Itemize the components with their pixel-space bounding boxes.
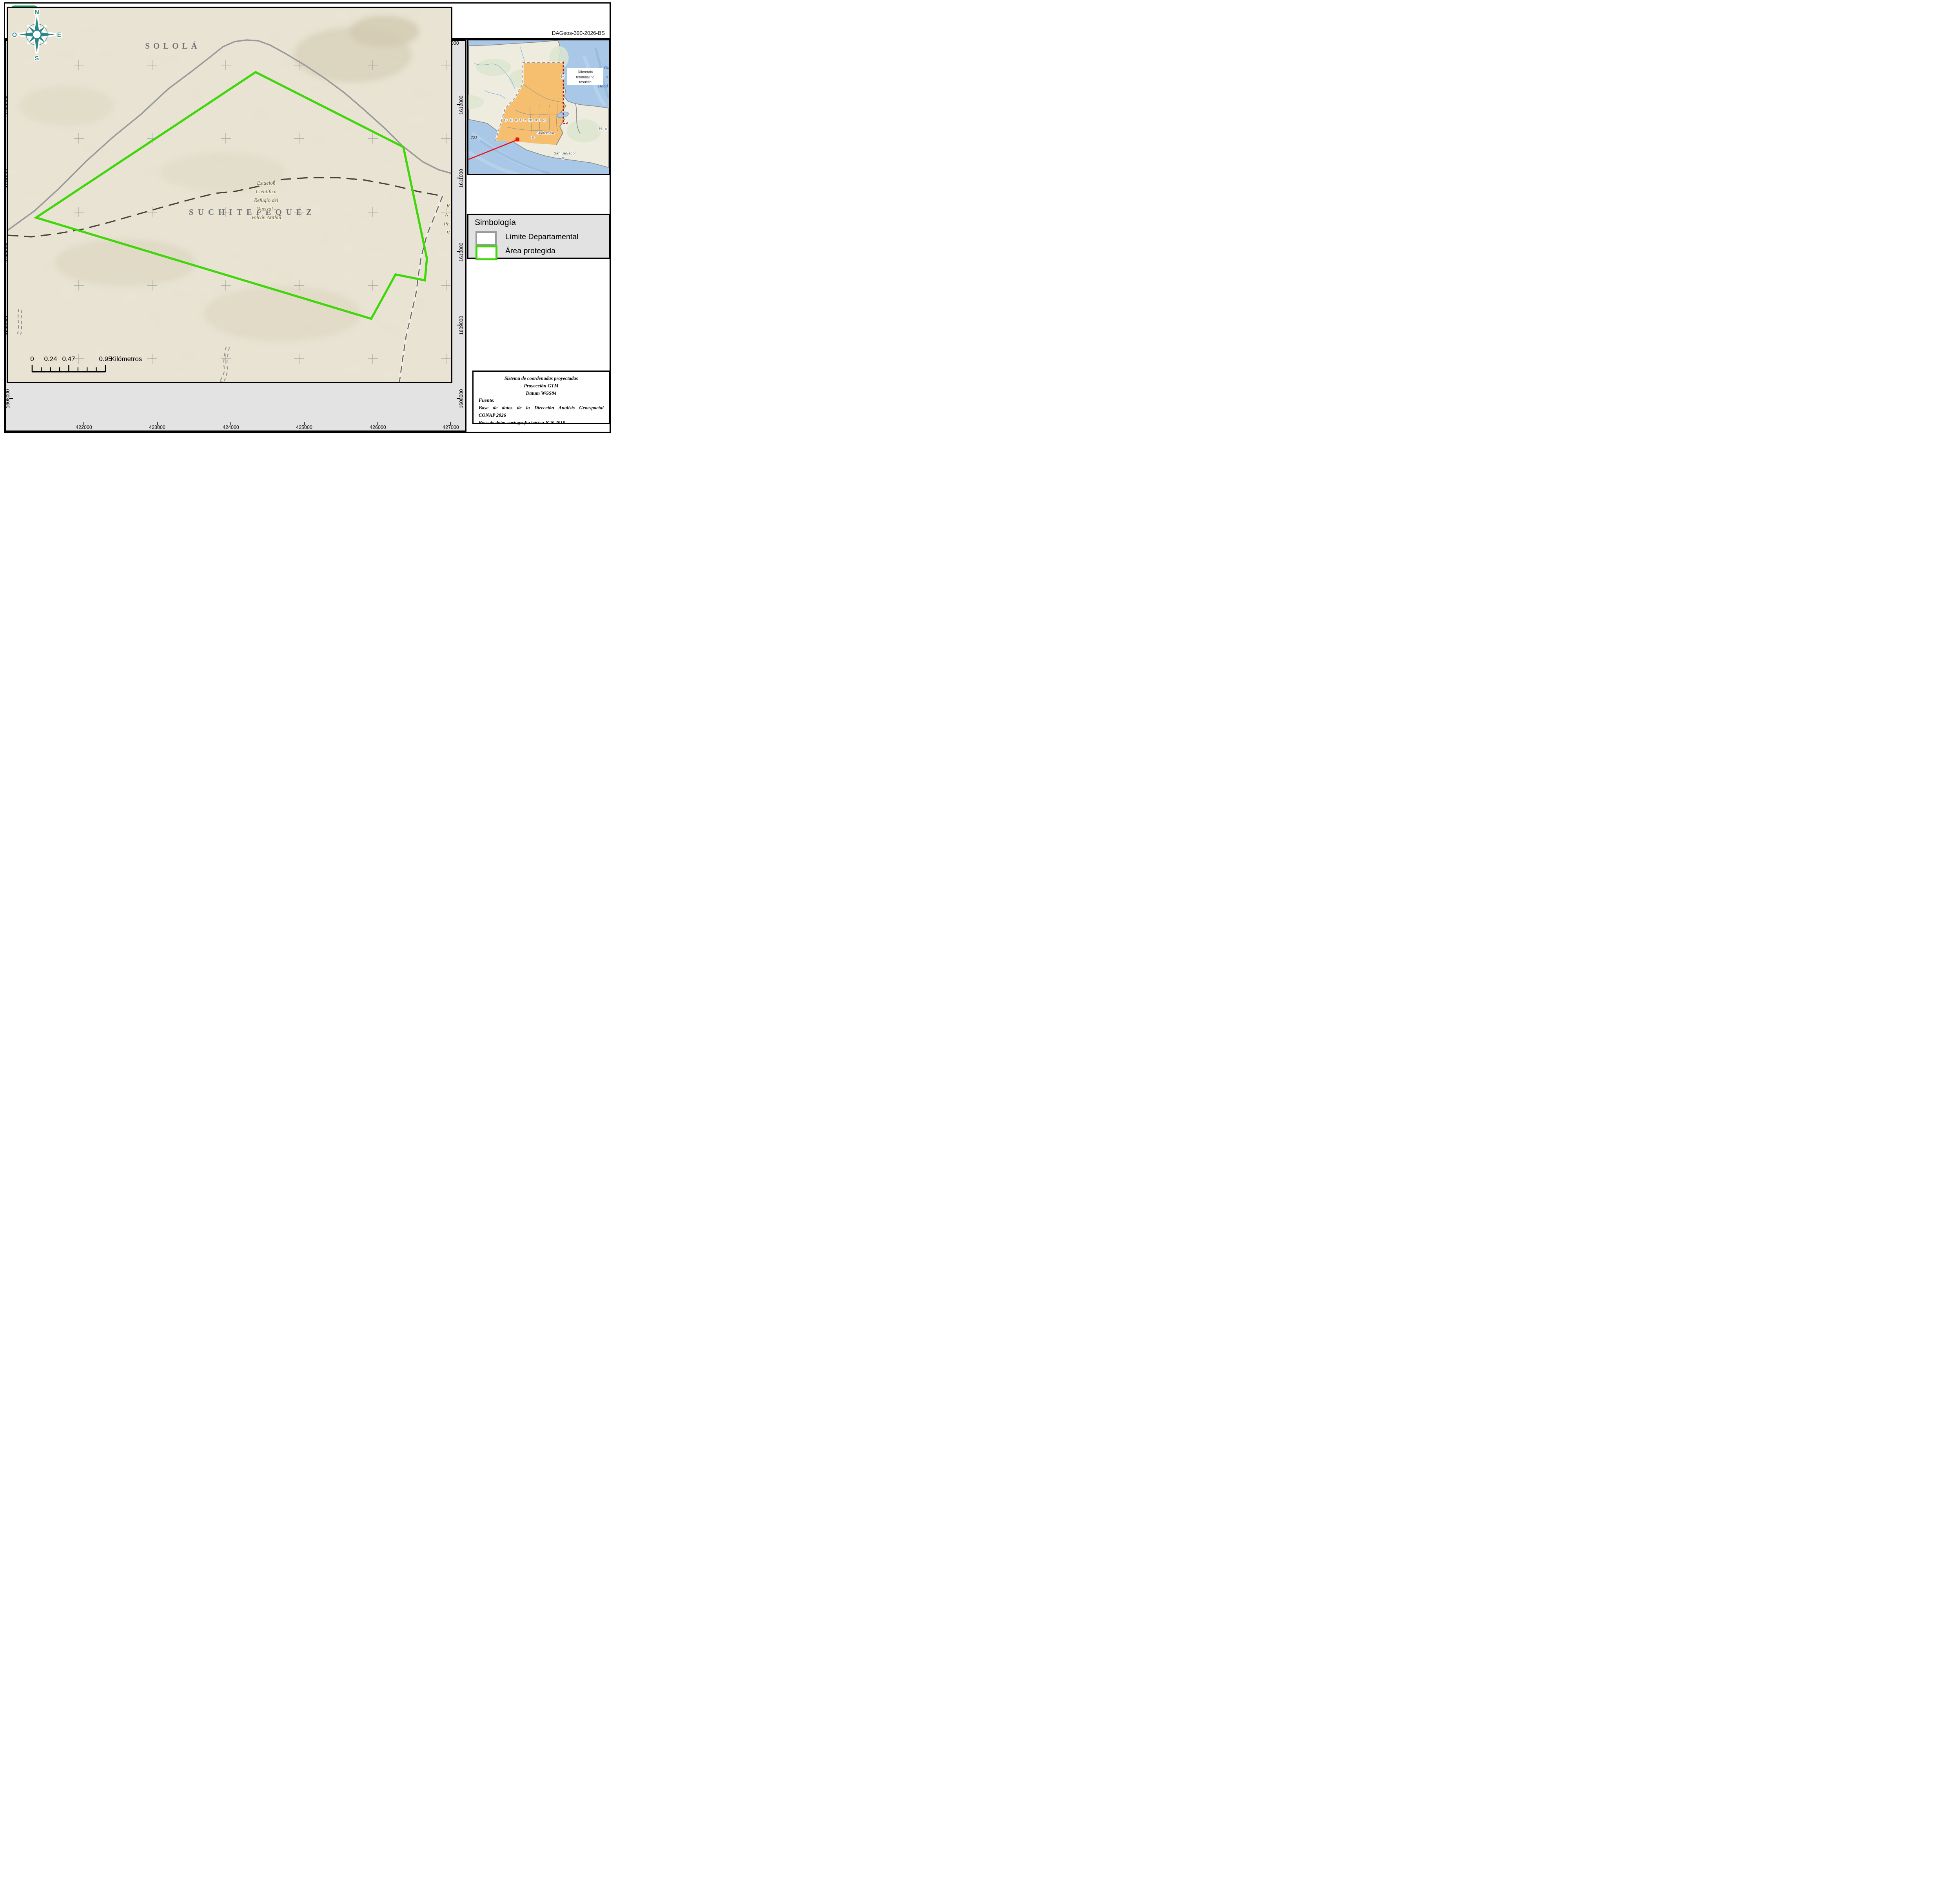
svg-text:Gu: Gu bbox=[604, 65, 609, 70]
inset-depth-label: 721 bbox=[471, 136, 477, 140]
locator-marker bbox=[515, 137, 519, 142]
x-tick-label: 425000 bbox=[296, 425, 312, 430]
y-tick-label: 1612000 bbox=[459, 95, 464, 115]
tick-mark bbox=[457, 104, 460, 105]
svg-text:Kilómetros: Kilómetros bbox=[111, 355, 142, 363]
tick-mark bbox=[457, 251, 460, 252]
projection-info-box: Sistema de coordenadas proyectadas Proye… bbox=[472, 371, 610, 425]
svg-text:E: E bbox=[57, 32, 62, 38]
info-line: Datum WGS84 bbox=[526, 390, 557, 396]
tick-mark bbox=[450, 422, 451, 425]
tick-mark bbox=[157, 422, 158, 425]
svg-text:N: N bbox=[34, 9, 39, 16]
inset-country-label: G u a t e m a l a bbox=[504, 118, 546, 122]
svg-text:O: O bbox=[12, 32, 17, 38]
svg-text:Científica: Científica bbox=[256, 189, 276, 194]
legend-title: Simbología bbox=[475, 218, 516, 227]
svg-text:territorial no: territorial no bbox=[576, 75, 595, 79]
y-tick-label: 1610000 bbox=[459, 242, 464, 262]
y-tick-label: 1611000 bbox=[459, 169, 464, 188]
document-code: DAGeos-390-2026-BS bbox=[552, 30, 605, 36]
y-tick-label: 1608000 bbox=[459, 389, 464, 409]
svg-text:o: o bbox=[606, 75, 608, 79]
departmental-limit-swatch-icon bbox=[475, 231, 497, 245]
svg-text:Estación: Estación bbox=[256, 180, 275, 186]
map-canvas: SOLOLÁ SUCHITEPÉQUEZ Estación Científica… bbox=[7, 7, 452, 383]
disclaimer-label: Diferendo territorial no resuelto bbox=[567, 68, 604, 85]
legend: Simbología Límite Departamental Área pro… bbox=[467, 214, 610, 260]
inset-city-label: Guatemala bbox=[536, 131, 554, 135]
svg-text:resuelto: resuelto bbox=[579, 80, 591, 84]
tick-mark bbox=[457, 398, 460, 399]
info-source-label: Fuente: bbox=[479, 398, 495, 403]
tick-mark bbox=[230, 422, 231, 425]
x-tick-label: 427000 bbox=[443, 425, 459, 430]
svg-text:0: 0 bbox=[30, 355, 34, 363]
svg-text:Quetzal -: Quetzal - bbox=[256, 206, 276, 212]
info-line: Proyección GTM bbox=[524, 383, 559, 389]
svg-text:Volcán Atitlán: Volcán Atitlán bbox=[251, 214, 281, 220]
tick-mark bbox=[377, 422, 378, 425]
svg-text:Pr: Pr bbox=[443, 221, 449, 227]
tick-mark bbox=[83, 422, 84, 425]
svg-text:N: N bbox=[445, 212, 449, 218]
svg-text:Diferendo: Diferendo bbox=[578, 70, 593, 74]
x-tick-label: 422000 bbox=[76, 425, 92, 430]
inset-city-dot bbox=[531, 135, 535, 140]
protected-area-swatch-icon bbox=[475, 245, 497, 260]
inset-drawing: B G u a t e m a l a Guatemala San Salvad… bbox=[468, 40, 609, 174]
svg-text:0.95: 0.95 bbox=[99, 355, 112, 363]
svg-text:Refugio del: Refugio del bbox=[254, 197, 278, 203]
map-drawing: SOLOLÁ SUCHITEPÉQUEZ Estación Científica… bbox=[8, 8, 451, 382]
svg-text:0.24: 0.24 bbox=[44, 355, 57, 363]
inset-locator-map: B G u a t e m a l a Guatemala San Salvad… bbox=[467, 39, 610, 175]
department-label-solola: SOLOLÁ bbox=[145, 41, 201, 51]
info-line: Sistema de coordenadas proyectadas bbox=[504, 376, 578, 381]
tick-mark bbox=[9, 398, 13, 399]
x-tick-label: 423000 bbox=[149, 425, 165, 430]
inset-san-salvador-label: San Salvador bbox=[554, 151, 576, 155]
info-line: Base de datos de la Dirección Análisis G… bbox=[479, 405, 604, 411]
tick-mark bbox=[304, 422, 305, 425]
legend-item-label: Límite Departamental bbox=[505, 233, 579, 241]
info-line: Base de datos cartografía básica IGN 201… bbox=[479, 420, 565, 425]
svg-text:R: R bbox=[446, 203, 450, 209]
svg-text:S: S bbox=[35, 55, 39, 62]
inset-honduras-label: H o bbox=[599, 127, 608, 131]
legend-item-label: Área protegida bbox=[505, 247, 555, 255]
inset-san-salvador-dot bbox=[561, 156, 565, 160]
x-tick-label: 424000 bbox=[223, 425, 239, 430]
y-tick-label: 1609000 bbox=[459, 316, 464, 335]
info-line: CONAP 2026 bbox=[479, 412, 506, 418]
inset-belize-label: B bbox=[561, 73, 565, 79]
x-tick-label: 426000 bbox=[370, 425, 386, 430]
y-tick-label: 1608000 bbox=[5, 389, 11, 409]
svg-text:0.47: 0.47 bbox=[62, 355, 75, 363]
